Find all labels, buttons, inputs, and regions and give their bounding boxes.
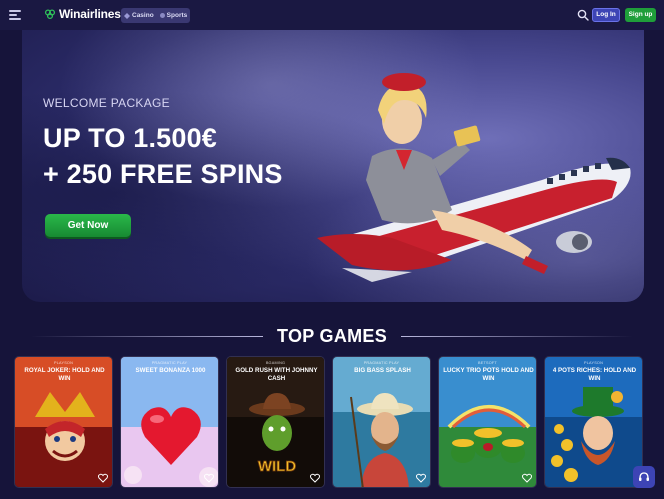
heart-icon[interactable] bbox=[416, 473, 426, 483]
signup-button[interactable]: Sign up bbox=[625, 8, 656, 22]
game-card[interactable]: PRAGMATIC PLAY BIG BASS SPLASH bbox=[332, 356, 431, 488]
nav-sports[interactable]: Sports bbox=[159, 12, 188, 19]
login-button[interactable]: Log In bbox=[592, 8, 620, 22]
hero-subtitle: WELCOME PACKAGE bbox=[43, 96, 170, 110]
section-header: TOP GAMES bbox=[0, 323, 664, 349]
game-provider: BGAMING bbox=[265, 361, 286, 365]
game-title: LUCKY TRIO POTS HOLD AND WIN bbox=[443, 367, 534, 382]
game-provider: BETSOFT bbox=[478, 361, 497, 365]
hero-banner[interactable]: WELCOME PACKAGE UP TO 1.500€ + 250 FREE … bbox=[22, 30, 644, 302]
nav-casino-label: Casino bbox=[132, 12, 154, 19]
heart-icon[interactable] bbox=[98, 473, 108, 483]
games-row: PLAYSON ROYAL JOKER: HOLD AND WIN PRAGMA… bbox=[14, 356, 654, 496]
top-header: Winairlines Casino Sports Log In Sign up bbox=[0, 0, 664, 30]
game-card[interactable]: WILD BGAMING GOLD RUSH WITH JOHNNY CASH bbox=[226, 356, 325, 488]
game-thumbnail bbox=[121, 357, 218, 487]
get-now-button[interactable]: Get Now bbox=[45, 214, 131, 237]
search-icon[interactable] bbox=[577, 9, 589, 21]
game-provider: PRAGMATIC PLAY bbox=[363, 361, 400, 365]
game-title: SWEET BONANZA 1000 bbox=[135, 367, 206, 374]
game-title: BIG BASS SPLASH bbox=[354, 367, 411, 374]
section-title: TOP GAMES bbox=[276, 325, 388, 346]
game-title: GOLD RUSH WITH JOHNNY CASH bbox=[235, 367, 318, 382]
divider-left bbox=[30, 335, 263, 337]
hero-headline-2: + 250 FREE SPINS bbox=[43, 159, 283, 189]
game-card[interactable]: BETSOFT LUCKY TRIO POTS HOLD AND WIN bbox=[438, 356, 537, 488]
nav-casino[interactable]: Casino bbox=[124, 12, 154, 19]
support-button[interactable] bbox=[633, 466, 655, 488]
game-title: ROYAL JOKER: HOLD AND WIN bbox=[24, 367, 105, 382]
divider-right bbox=[401, 335, 634, 337]
diamond-icon bbox=[124, 12, 130, 19]
nav-sports-label: Sports bbox=[166, 12, 188, 19]
heart-icon[interactable] bbox=[522, 473, 532, 483]
hero-headline: UP TO 1.500€ bbox=[43, 123, 218, 153]
game-card[interactable]: PLAYSON ROYAL JOKER: HOLD AND WIN bbox=[14, 356, 113, 488]
heart-icon[interactable] bbox=[204, 473, 214, 483]
ball-icon bbox=[159, 13, 165, 18]
game-card[interactable]: PRAGMATIC PLAY SWEET BONANZA 1000 bbox=[120, 356, 219, 488]
heart-icon[interactable] bbox=[310, 473, 320, 483]
hero-illustration bbox=[317, 73, 631, 282]
svg-text:WILD: WILD bbox=[258, 458, 296, 475]
headset-icon bbox=[639, 472, 649, 481]
game-title: 4 POTS RICHES: HOLD AND WIN bbox=[552, 367, 637, 382]
game-provider: PRAGMATIC PLAY bbox=[151, 361, 188, 365]
brand-logo[interactable]: Winairlines bbox=[44, 7, 121, 21]
brand-name: Winairlines bbox=[59, 7, 121, 21]
game-card[interactable]: PLAYSON 4 POTS RICHES: HOLD AND WIN bbox=[544, 356, 643, 488]
menu-icon[interactable] bbox=[9, 10, 21, 20]
game-thumbnail bbox=[333, 357, 430, 487]
clover-icon bbox=[44, 9, 56, 20]
game-provider: PLAYSON bbox=[53, 361, 74, 365]
product-switch: Casino Sports bbox=[121, 8, 191, 23]
game-provider: PLAYSON bbox=[583, 361, 604, 365]
airplane-image bbox=[317, 157, 631, 282]
